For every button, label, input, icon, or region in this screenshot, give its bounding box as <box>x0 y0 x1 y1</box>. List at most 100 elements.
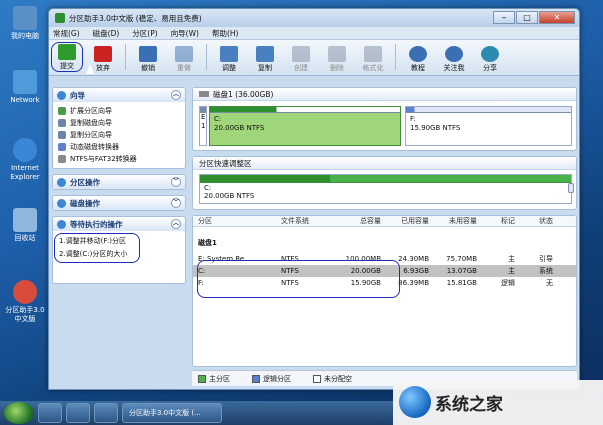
wizard-panel: 向导 ︿ 扩展分区向导 复制磁盘向导 复制分区向导 动态磁盘转换器 NTFS与FA… <box>52 87 186 169</box>
partition-ops-icon <box>57 177 66 187</box>
wizard-icon <box>57 90 66 100</box>
pending-ops-header[interactable]: 等待执行的操作 ︿ <box>53 217 185 231</box>
mouse-cursor <box>86 64 94 74</box>
expand-icon[interactable]: ﹀ <box>171 177 181 187</box>
wizard-item-extend[interactable]: 扩展分区向导 <box>58 105 180 117</box>
wizard-item-dynamic-disk[interactable]: 动态磁盘转换器 <box>58 141 180 153</box>
format-icon <box>364 46 382 62</box>
column-header[interactable]: 状态 <box>515 216 557 226</box>
partition-ops-header[interactable]: 分区操作 ﹀ <box>53 175 185 189</box>
wizard-panel-header[interactable]: 向导 ︿ <box>53 88 185 102</box>
undo-icon <box>139 46 157 62</box>
copy-icon <box>256 46 274 62</box>
column-header[interactable]: 已用容量 <box>381 216 429 226</box>
resize-handle[interactable] <box>568 183 574 193</box>
collapse-icon[interactable]: ︿ <box>171 219 181 229</box>
menu-bar: 常规(G) 磁盘(D) 分区(P) 向导(W) 帮助(H) <box>49 27 579 40</box>
resize-button[interactable]: 调整 <box>213 46 245 72</box>
follow-button[interactable]: 关注我 <box>438 46 470 72</box>
window-title: 分区助手3.0中文版 (稳定、易用且免费) <box>69 13 202 23</box>
column-header[interactable]: 文件系统 <box>273 216 329 226</box>
disk-ops-icon <box>57 198 66 208</box>
minimize-button[interactable]: ‒ <box>493 11 515 24</box>
legend-item: 主分区 <box>198 374 230 384</box>
menu-wizard[interactable]: 向导(W) <box>171 28 199 39</box>
disk-map-header: 磁盘1 (36.00GB) <box>193 88 576 101</box>
menu-general[interactable]: 常规(G) <box>53 28 80 39</box>
desktop-icon-network[interactable]: Network <box>4 70 46 105</box>
partition-block-c[interactable]: C: 20.00GB NTFS <box>209 106 401 146</box>
start-button[interactable] <box>4 402 34 424</box>
quick-adjust-slider[interactable]: C: 20.00GB NTFS <box>199 174 574 204</box>
partition-block-e[interactable]: E 1 <box>199 106 207 146</box>
watermark-logo-icon <box>399 386 431 418</box>
column-header[interactable]: 分区 <box>193 216 273 226</box>
copy-disk-icon <box>58 119 66 127</box>
copy-button[interactable]: 复制 <box>249 46 281 72</box>
desktop-icon-ie[interactable]: Internet Explorer <box>4 138 46 182</box>
title-bar: 分区助手3.0中文版 (稳定、易用且免费) ‒ □ ✕ <box>49 9 579 27</box>
close-button[interactable]: ✕ <box>539 11 575 24</box>
quick-adjust-panel: 分区快速调整区 C: 20.00GB NTFS <box>192 156 577 210</box>
column-header[interactable]: 标记 <box>477 216 515 226</box>
dynamic-disk-icon <box>58 143 66 151</box>
recycle-bin-icon <box>13 208 37 232</box>
disk-map-panel: 磁盘1 (36.00GB) E 1 C: 20.00GB NTFS F: 15.… <box>192 87 577 151</box>
wizard-item-copy-disk[interactable]: 复制磁盘向导 <box>58 117 180 129</box>
partition-assistant-icon <box>13 280 37 304</box>
extend-partition-icon <box>58 107 66 115</box>
app-icon <box>55 13 65 23</box>
toolbar-separator <box>206 44 207 70</box>
desktop-icon-partition-assistant[interactable]: 分区助手3.0中文版 <box>4 280 46 324</box>
toolbar-separator <box>395 44 396 70</box>
pending-ops-icon <box>57 219 66 229</box>
disk-ops-header[interactable]: 磁盘操作 ﹀ <box>53 196 185 210</box>
primary-swatch <box>198 374 206 383</box>
watermark: 系统之家 <box>393 380 603 425</box>
toolbar: 提交 放弃 撤销 重做 调整 复制 创建 删除 格式化 教程 关注我 分享 <box>49 40 579 76</box>
maximize-button[interactable]: □ <box>516 11 538 24</box>
collapse-icon[interactable]: ︿ <box>171 90 181 100</box>
column-header[interactable]: 总容量 <box>329 216 381 226</box>
convert-icon <box>58 155 66 163</box>
disk-icon <box>199 91 209 97</box>
wizard-item-ntfs-fat32[interactable]: NTFS与FAT32转换器 <box>58 153 180 165</box>
x-icon <box>94 46 112 62</box>
check-icon <box>58 44 76 60</box>
user-icon <box>445 46 463 62</box>
menu-partition[interactable]: 分区(P) <box>132 28 157 39</box>
create-button[interactable]: 创建 <box>285 46 317 72</box>
delete-icon <box>328 46 346 62</box>
undo-button[interactable]: 撤销 <box>132 46 164 72</box>
quick-adjust-header: 分区快速调整区 <box>193 157 576 170</box>
resize-icon <box>220 46 238 62</box>
redo-icon <box>175 46 193 62</box>
tutorial-button[interactable]: 教程 <box>402 46 434 72</box>
menu-help[interactable]: 帮助(H) <box>212 28 239 39</box>
taskbar-explorer-icon[interactable] <box>66 403 90 423</box>
quick-adjust-bar <box>200 175 571 183</box>
format-button[interactable]: 格式化 <box>357 46 389 72</box>
taskbar-media-icon[interactable] <box>94 403 118 423</box>
toolbar-separator <box>125 44 126 70</box>
taskbar-ie-icon[interactable] <box>38 403 62 423</box>
column-header[interactable]: 未用容量 <box>429 216 477 226</box>
partition-block-f[interactable]: F: 15.90GB NTFS <box>405 106 572 146</box>
app-window: 分区助手3.0中文版 (稳定、易用且免费) ‒ □ ✕ 常规(G) 磁盘(D) … <box>48 8 580 390</box>
wizard-item-copy-partition[interactable]: 复制分区向导 <box>58 129 180 141</box>
desktop-icon-recycle-bin[interactable]: 回收站 <box>4 208 46 243</box>
desktop-icon-computer[interactable]: 我的电脑 <box>4 6 46 41</box>
taskbar-app-button[interactable]: 分区助手3.0中文版 (... <box>122 403 222 423</box>
partition-ops-panel: 分区操作 ﹀ <box>52 174 186 190</box>
disk-group-row[interactable]: 磁盘1 <box>193 237 576 249</box>
sidebar: 向导 ︿ 扩展分区向导 复制磁盘向导 复制分区向导 动态磁盘转换器 NTFS与FA… <box>52 87 186 371</box>
logical-swatch <box>252 374 260 383</box>
share-button[interactable]: 分享 <box>474 46 506 72</box>
partition-table: 分区 文件系统 总容量 已用容量 未用容量 标记 状态 磁盘1 E: Syste… <box>192 215 577 367</box>
commit-button[interactable]: 提交 <box>51 42 83 72</box>
menu-disk[interactable]: 磁盘(D) <box>93 28 120 39</box>
legend-item: 未分配空 <box>313 374 352 384</box>
delete-button[interactable]: 删除 <box>321 46 353 72</box>
redo-button[interactable]: 重做 <box>168 46 200 72</box>
expand-icon[interactable]: ﹀ <box>171 198 181 208</box>
